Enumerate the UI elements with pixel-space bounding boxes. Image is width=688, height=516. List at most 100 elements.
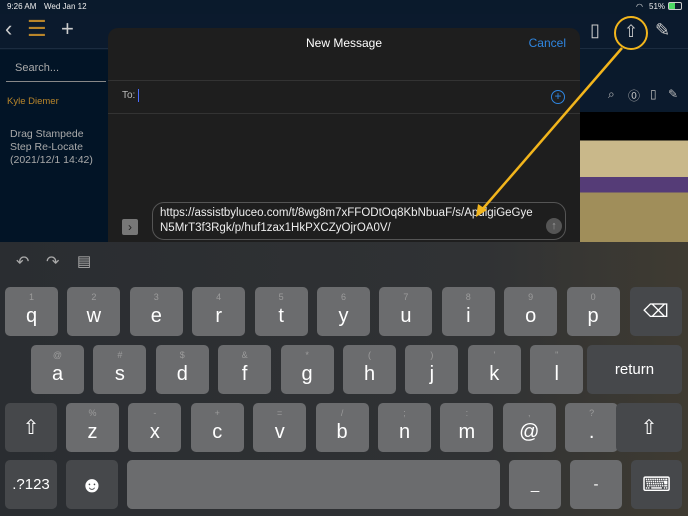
key-row1-1[interactable]: 2w bbox=[67, 287, 121, 336]
key-row1-7[interactable]: 8i bbox=[441, 287, 495, 336]
key-label: y bbox=[338, 305, 349, 327]
key-row2-0[interactable]: @ a bbox=[31, 345, 84, 394]
key-hint: @ bbox=[52, 350, 63, 360]
key-label: _ bbox=[530, 476, 540, 493]
key-row2-3[interactable]: & f bbox=[218, 345, 272, 394]
key-row3-5[interactable]: ; n bbox=[378, 403, 431, 452]
key-row3-7[interactable]: , @ bbox=[502, 403, 556, 452]
backspace-icon: ⌫ bbox=[643, 301, 669, 321]
key-row1-9[interactable]: 0p bbox=[566, 287, 620, 336]
key-label: a bbox=[51, 363, 64, 385]
undo-icon[interactable]: ↶ bbox=[16, 252, 29, 272]
key-label: o bbox=[525, 305, 537, 327]
return-key[interactable]: return bbox=[587, 345, 682, 394]
numbers-key[interactable]: .?123 bbox=[5, 460, 57, 509]
key-row1-2[interactable]: 3e bbox=[129, 287, 183, 336]
key-row1-4[interactable]: 5t bbox=[254, 287, 308, 336]
shift-icon: ⇧ bbox=[22, 417, 40, 439]
key-row2-2[interactable]: $ d bbox=[155, 345, 209, 394]
key-hint: ; bbox=[403, 408, 406, 418]
hide-keyboard-icon: ⌨ bbox=[642, 474, 671, 496]
key-hint: - bbox=[153, 408, 157, 418]
key-label: b bbox=[336, 421, 348, 443]
dash-key[interactable]: - bbox=[570, 460, 622, 509]
key-label: p bbox=[587, 305, 599, 327]
key-label: return bbox=[614, 361, 655, 378]
key-label: - bbox=[593, 476, 599, 493]
key-hint: , bbox=[528, 408, 531, 418]
key-row2-4[interactable]: * g bbox=[280, 345, 334, 394]
key-label: r bbox=[215, 305, 223, 327]
key-row3-0[interactable]: % z bbox=[66, 403, 119, 452]
key-label: @ bbox=[519, 421, 540, 443]
key-label: n bbox=[398, 421, 411, 443]
key-label: g bbox=[301, 363, 313, 385]
key-hint: % bbox=[88, 408, 97, 418]
key-row1-6[interactable]: 7u bbox=[379, 287, 433, 336]
key-hint: = bbox=[277, 408, 283, 418]
shift-key-left[interactable]: ⇧ bbox=[5, 403, 57, 452]
key-hint: 0 bbox=[590, 292, 596, 302]
key-label: .?123 bbox=[12, 476, 50, 493]
key-row3-1[interactable]: -x bbox=[128, 403, 182, 452]
key-row1-3[interactable]: 4r bbox=[192, 287, 246, 336]
key-label: u bbox=[400, 305, 412, 327]
key-label: t bbox=[278, 305, 284, 327]
key-row3-3[interactable]: = v bbox=[253, 403, 307, 452]
key-hint: & bbox=[241, 350, 248, 360]
key-hint: * bbox=[305, 350, 309, 360]
space-bar[interactable] bbox=[127, 460, 500, 509]
emoji-key[interactable]: ☻ bbox=[66, 460, 118, 509]
key-hint: # bbox=[117, 350, 123, 360]
key-hint: : bbox=[465, 408, 469, 418]
key-row3-4[interactable]: / b bbox=[315, 403, 369, 452]
key-hint: " bbox=[555, 350, 559, 360]
key-hint: 2 bbox=[91, 292, 97, 302]
key-label: w bbox=[86, 305, 102, 327]
shift-icon: ⇧ bbox=[640, 417, 658, 439]
key-label: k bbox=[489, 363, 500, 385]
key-row1-0[interactable]: 1q bbox=[5, 287, 58, 336]
shift-key-right[interactable]: ⇧ bbox=[616, 403, 682, 452]
key-hint: + bbox=[214, 408, 220, 418]
key-label: s bbox=[114, 363, 125, 385]
key-label: q bbox=[25, 305, 38, 327]
key-row2-1[interactable]: # s bbox=[93, 345, 147, 394]
key-hint: 3 bbox=[153, 292, 159, 302]
key-hint: ( bbox=[368, 350, 371, 360]
key-label: m bbox=[458, 421, 476, 443]
key-row2-7[interactable]: ' k bbox=[467, 345, 521, 394]
key-row3-8[interactable]: ?. bbox=[565, 403, 619, 452]
key-hint: ' bbox=[493, 350, 496, 360]
key-hint: ? bbox=[589, 408, 595, 418]
key-hint: ) bbox=[430, 350, 434, 360]
key-row2-8[interactable]: " l bbox=[530, 345, 584, 394]
key-label: x bbox=[149, 421, 160, 443]
key-label: z bbox=[87, 421, 98, 443]
key-row2-5[interactable]: (h bbox=[343, 345, 396, 394]
redo-icon[interactable]: ↷ bbox=[46, 252, 59, 272]
key-hint: 6 bbox=[340, 292, 346, 302]
key-hint: $ bbox=[179, 350, 185, 360]
backspace-key[interactable]: ⌫ bbox=[630, 287, 682, 336]
key-hint: 8 bbox=[465, 292, 471, 302]
key-hint: 5 bbox=[278, 292, 284, 302]
key-hint: / bbox=[340, 408, 344, 418]
key-row3-2[interactable]: + c bbox=[190, 403, 244, 452]
key-row2-6[interactable]: ) j bbox=[405, 345, 459, 394]
key-label: v bbox=[274, 421, 285, 443]
paste-icon[interactable]: ▤ bbox=[77, 252, 91, 270]
key-hint: 4 bbox=[216, 292, 222, 302]
key-label: e bbox=[150, 305, 162, 327]
key-label: l bbox=[554, 363, 559, 385]
key-row1-8[interactable]: 9o bbox=[504, 287, 558, 336]
key-row3-6[interactable]: :m bbox=[440, 403, 494, 452]
key-label: f bbox=[241, 363, 248, 385]
underscore-key[interactable]: _ bbox=[509, 460, 561, 509]
key-label: i bbox=[466, 305, 471, 327]
emoji-icon: ☻ bbox=[80, 471, 104, 497]
key-row1-5[interactable]: 6y bbox=[317, 287, 370, 336]
key-hint: 7 bbox=[403, 292, 409, 302]
key-hint: 1 bbox=[28, 292, 34, 302]
hide-keyboard-key[interactable]: ⌨ bbox=[631, 460, 682, 509]
